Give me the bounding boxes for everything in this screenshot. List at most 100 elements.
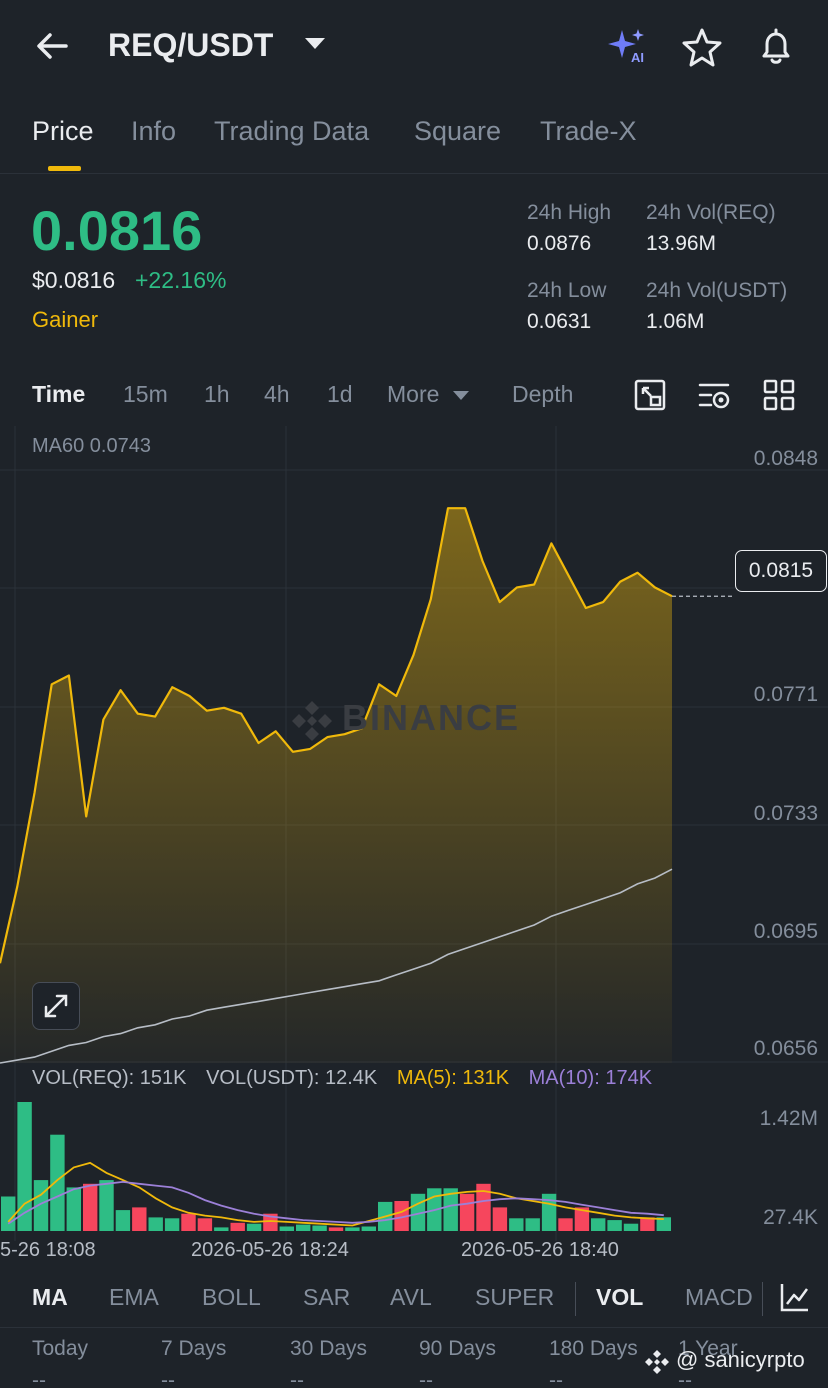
fullscreen-icon[interactable] <box>633 378 667 412</box>
indicator-bar: MA EMA BOLL SAR AVL SUPER VOL MACD <box>0 1272 828 1328</box>
vol-base-label: 24h Vol(REQ) <box>646 201 776 224</box>
perf-180d-value: -- <box>549 1369 563 1388</box>
volume-bar <box>492 1207 508 1231</box>
ind-sar[interactable]: SAR <box>303 1284 350 1311</box>
indicator-divider <box>575 1282 576 1316</box>
tab-trading-data[interactable]: Trading Data <box>214 116 369 147</box>
vol-ma5-label: MA(5): 131K <box>396 1067 510 1089</box>
back-arrow-icon[interactable] <box>30 26 74 66</box>
ind-avl[interactable]: AVL <box>390 1284 432 1311</box>
volume-bar <box>312 1225 327 1231</box>
perf-7d-value: -- <box>161 1369 175 1388</box>
vol-quote-value: 1.06M <box>646 310 705 333</box>
star-icon[interactable] <box>680 26 724 68</box>
tf-1d[interactable]: 1d <box>327 381 353 408</box>
main-tabs: Price Info Trading Data Square Trade-X <box>0 94 828 174</box>
volume-bar <box>296 1224 311 1231</box>
volume-bar <box>99 1180 114 1231</box>
volume-bar <box>361 1226 376 1231</box>
active-tab-indicator <box>48 166 81 171</box>
time-axis-label: 5-26 18:08 <box>0 1239 96 1261</box>
tf-1h[interactable]: 1h <box>204 381 230 408</box>
volume-bar <box>345 1227 360 1231</box>
tf-4h[interactable]: 4h <box>264 381 290 408</box>
pair-title[interactable]: REQ/USDT <box>108 27 273 64</box>
ma60-label: MA60 0.0743 <box>32 435 151 457</box>
timeframe-bar: Time 15m 1h 4h 1d More Depth <box>0 362 828 426</box>
low-label: 24h Low <box>527 279 607 302</box>
gainer-badge[interactable]: Gainer <box>32 307 98 333</box>
last-price-tag: 0.0815 <box>735 550 827 592</box>
top-bar: REQ/USDT AI <box>0 0 828 94</box>
vol-quote-label: 24h Vol(USDT) <box>646 279 788 302</box>
watermark-text: BINANCE <box>342 697 521 738</box>
expand-chart-button[interactable] <box>32 982 80 1030</box>
volume-bar <box>197 1218 213 1231</box>
volume-bar <box>132 1207 147 1231</box>
volume-bar <box>623 1223 639 1231</box>
tf-more[interactable]: More <box>387 381 439 408</box>
perf-30d-label: 30 Days <box>290 1337 368 1360</box>
volume-bar <box>607 1220 622 1231</box>
price-change: +22.16% <box>135 267 227 293</box>
tf-15m[interactable]: 15m <box>123 381 168 408</box>
volume-bar <box>148 1217 163 1231</box>
vol-axis-label: 1.42M <box>759 1107 818 1130</box>
volume-bar <box>591 1218 606 1231</box>
volume-bar <box>558 1218 573 1231</box>
price-axis-label: 0.0771 <box>753 683 818 706</box>
grid-layout-icon[interactable] <box>762 378 796 412</box>
bell-icon[interactable] <box>754 26 798 68</box>
volume-bar <box>181 1213 196 1231</box>
perf-90d-label: 90 Days <box>419 1337 497 1360</box>
expand-icon <box>44 994 68 1018</box>
volume-bar <box>83 1183 98 1231</box>
volume-bar <box>459 1193 475 1231</box>
vol-usdt-label: VOL(USDT): 12.4K <box>206 1067 378 1089</box>
price-chart[interactable] <box>0 426 828 1266</box>
volume-bar <box>115 1210 131 1231</box>
price-axis-label: 0.0656 <box>753 1037 818 1060</box>
tab-price[interactable]: Price <box>32 116 94 147</box>
ind-ema[interactable]: EMA <box>109 1284 159 1311</box>
tf-depth[interactable]: Depth <box>512 381 573 408</box>
tab-trade-x[interactable]: Trade-X <box>540 116 637 147</box>
more-caret-icon[interactable] <box>453 391 469 400</box>
volume-bar <box>214 1227 229 1231</box>
ind-super[interactable]: SUPER <box>475 1284 554 1311</box>
svg-text:AI: AI <box>631 50 644 65</box>
price-axis-label: 0.0695 <box>753 920 818 943</box>
volume-bar <box>230 1222 245 1231</box>
perf-7d-label: 7 Days <box>161 1337 227 1360</box>
volume-bar <box>1 1196 16 1231</box>
vol-ma10-label: MA(10): 174K <box>528 1067 653 1089</box>
ind-macd[interactable]: MACD <box>685 1284 753 1311</box>
volume-bar <box>525 1218 540 1231</box>
binance-watermark-logo <box>292 701 332 741</box>
vol-base-value: 13.96M <box>646 232 717 255</box>
time-axis-label: 2026-05-26 18:24 <box>191 1239 349 1261</box>
tf-time[interactable]: Time <box>32 381 85 408</box>
tab-square[interactable]: Square <box>414 116 501 147</box>
ind-vol[interactable]: VOL <box>596 1284 643 1311</box>
tab-info[interactable]: Info <box>131 116 176 147</box>
chart-settings-icon[interactable] <box>697 378 731 412</box>
perf-today-label: Today <box>32 1337 89 1360</box>
price-axis-label: 0.0733 <box>753 802 818 825</box>
price-axis-label: 0.0848 <box>753 447 818 470</box>
perf-180d-label: 180 Days <box>549 1337 638 1360</box>
vol-axis-label: 27.4K <box>763 1206 818 1229</box>
binance-logo-icon <box>645 1350 669 1374</box>
vol-req-label: VOL(REQ): 151K <box>32 1067 187 1089</box>
volume-bar <box>164 1218 180 1231</box>
volume-bar <box>509 1218 524 1231</box>
volume-bar <box>66 1187 81 1231</box>
indicator-settings-icon[interactable] <box>778 1280 812 1314</box>
ind-ma[interactable]: MA <box>32 1284 68 1311</box>
volume-legend: VOL(REQ): 151K VOL(USDT): 12.4K MA(5): 1… <box>32 1067 666 1090</box>
volume-bar <box>50 1134 65 1231</box>
ai-sparkle-icon[interactable]: AI <box>604 26 650 66</box>
perf-30d-value: -- <box>290 1369 304 1388</box>
caret-down-icon[interactable] <box>305 38 325 49</box>
ind-boll[interactable]: BOLL <box>202 1284 261 1311</box>
